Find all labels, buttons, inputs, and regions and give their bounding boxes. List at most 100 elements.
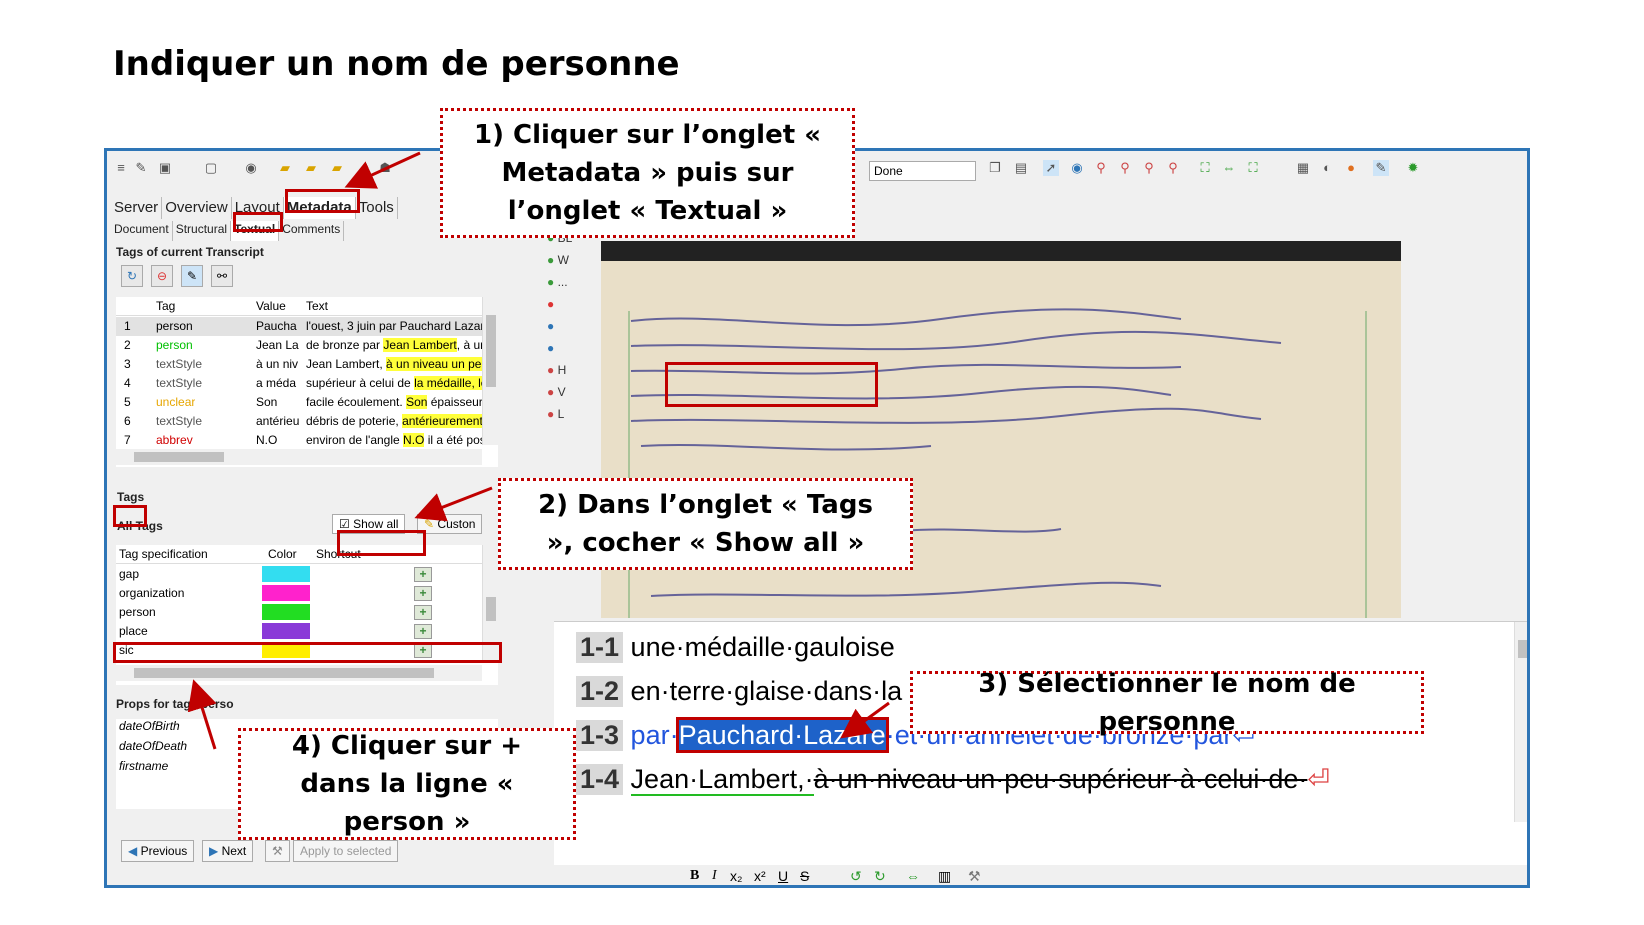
col-tag-spec[interactable]: Tag specification: [119, 547, 208, 561]
image-icon[interactable]: ▦: [1295, 160, 1311, 176]
next-button[interactable]: ▶ Next: [202, 840, 254, 862]
refresh-icon[interactable]: ↻: [121, 265, 143, 287]
edit-icon[interactable]: ✎: [1373, 160, 1389, 176]
transcript-line[interactable]: 1-4 Jean·Lambert,·à·un·niveau·un·peu·sup…: [576, 764, 1330, 796]
zoom-icon[interactable]: ⚲: [1093, 160, 1109, 176]
tags-scrollbar[interactable]: [482, 297, 498, 445]
italic-icon[interactable]: I: [712, 868, 717, 884]
window-icon[interactable]: ▢: [203, 160, 219, 176]
fit-page-icon[interactable]: ⛶: [1197, 160, 1213, 176]
people-icon[interactable]: ☗: [377, 160, 393, 176]
zoom-fit-icon[interactable]: ⚲: [1165, 160, 1181, 176]
prop-firstname[interactable]: firstname: [119, 759, 168, 773]
transcript-scrollbar[interactable]: [1514, 622, 1527, 822]
table-row[interactable]: 3 textStyle à un niv Jean Lambert, à un …: [116, 355, 498, 374]
layout-tool[interactable]: ● ...: [547, 275, 568, 289]
zoom-in-icon[interactable]: ⚲: [1117, 160, 1133, 176]
layout-tool[interactable]: ●: [547, 341, 554, 355]
previous-button[interactable]: ◀ Previous: [121, 840, 195, 862]
table-row[interactable]: 6 textStyle antérieu débris de poterie, …: [116, 412, 498, 431]
tag-color-swatch[interactable]: [262, 623, 310, 639]
table-row[interactable]: 4 textStyle a méda supérieur à celui de …: [116, 374, 498, 393]
columns-icon[interactable]: ▥: [938, 868, 951, 885]
add-tag-plus-icon[interactable]: +: [414, 624, 432, 639]
tag-spec-row-person[interactable]: person +: [116, 603, 498, 622]
tag-color-swatch[interactable]: [262, 585, 310, 601]
cursor-icon[interactable]: ➚: [1043, 160, 1059, 176]
swap-icon[interactable]: ⇔: [906, 868, 920, 884]
strike-icon[interactable]: S: [800, 868, 809, 884]
zoom-out-icon[interactable]: ⚲: [1141, 160, 1157, 176]
transcript-line[interactable]: 1-1 une·médaille·gauloise: [576, 632, 895, 663]
tags-tab[interactable]: Tags: [117, 490, 144, 504]
subscript-icon[interactable]: x₂: [730, 868, 742, 884]
eye-icon[interactable]: ◉: [1069, 160, 1085, 176]
layout-tool[interactable]: ●: [547, 297, 554, 311]
add-tag-plus-icon[interactable]: +: [414, 605, 432, 620]
apply-to-selected-button[interactable]: Apply to selected: [293, 840, 399, 862]
customize-button[interactable]: ✎ Custon: [417, 514, 483, 534]
col-tag[interactable]: Tag: [156, 299, 175, 313]
tab-structural[interactable]: Structural: [173, 221, 232, 241]
redo-icon[interactable]: ↻: [874, 868, 886, 885]
prop-dateofdeath[interactable]: dateOfDeath: [119, 739, 187, 753]
table-row[interactable]: 1 person Paucha l'ouest, 3 juin par Pauc…: [116, 317, 498, 336]
gear-icon[interactable]: ✹: [1405, 160, 1421, 176]
spec-hscroll[interactable]: [116, 665, 482, 681]
styled-text: à·un·niveau·un·peu·supérieur·à·celui·de·: [813, 764, 1308, 794]
tag-spec-row-place[interactable]: place +: [116, 622, 498, 641]
table-row[interactable]: 5 unclear Son facile écoulement. Son épa…: [116, 393, 498, 412]
add-tag-plus-icon[interactable]: +: [414, 586, 432, 601]
col-value[interactable]: Value: [256, 299, 286, 313]
folder-open-icon[interactable]: ▰: [303, 160, 319, 176]
tab-document[interactable]: Document: [111, 221, 173, 241]
apply-button[interactable]: ⚒: [265, 840, 290, 862]
fit-width-icon[interactable]: ⇔: [1221, 160, 1237, 176]
col-text[interactable]: Text: [306, 299, 328, 313]
layout-tool[interactable]: ● V: [547, 385, 566, 399]
search-tags-icon[interactable]: ⚯: [211, 265, 233, 287]
prop-dateofbirth[interactable]: dateOfBirth: [119, 719, 180, 733]
layout-icon[interactable]: ▣: [157, 160, 173, 176]
color-icon[interactable]: ●: [1343, 160, 1359, 176]
transcript-line[interactable]: 1-2 en·terre·glaise·dans·la: [576, 676, 902, 707]
line-number: 1-4: [576, 764, 624, 795]
delete-icon[interactable]: ⊖: [151, 265, 173, 287]
fit-height-icon[interactable]: ⛶: [1245, 160, 1261, 176]
superscript-icon[interactable]: x²: [754, 868, 766, 884]
tag-color-swatch[interactable]: [262, 566, 310, 582]
highlight-icon[interactable]: ✎: [181, 265, 203, 287]
record-icon[interactable]: ◉: [243, 160, 259, 176]
tag-spec-row-gap[interactable]: gap +: [116, 565, 498, 584]
layout-tool[interactable]: ●: [547, 319, 554, 333]
table-row[interactable]: 7 abbrev N.O environ de l'angle N.O il a…: [116, 431, 498, 450]
tag-spec-row-organization[interactable]: organization +: [116, 584, 498, 603]
tab-overview[interactable]: Overview: [162, 197, 232, 219]
layout-tool[interactable]: ● L: [547, 407, 564, 421]
table-row[interactable]: 2 person Jean La de bronze par Jean Lamb…: [116, 336, 498, 355]
transcript-editor[interactable]: 1-1 une·médaille·gauloise 1-2 en·terre·g…: [554, 621, 1527, 885]
line-text: une·médaille·gauloise: [630, 632, 895, 662]
menu-icon[interactable]: ≡: [113, 160, 129, 176]
tags-hscroll[interactable]: [116, 449, 482, 465]
tab-server[interactable]: Server: [111, 197, 163, 219]
tab-comments[interactable]: Comments: [279, 221, 345, 241]
undo-icon[interactable]: ↺: [850, 868, 862, 885]
selected-person-name[interactable]: Pauchard·Lazare: [675, 717, 889, 753]
folder-add-icon[interactable]: ▰: [329, 160, 345, 176]
copy-icon[interactable]: ❐: [987, 160, 1003, 176]
tab-tools[interactable]: Tools: [356, 197, 398, 219]
bold-icon[interactable]: B: [690, 868, 699, 884]
document-icon[interactable]: ▤: [1013, 160, 1029, 176]
pen-icon[interactable]: ✎: [133, 160, 149, 176]
add-tag-plus-icon[interactable]: +: [414, 567, 432, 582]
underline-icon[interactable]: U: [778, 868, 788, 884]
folder-icon[interactable]: ▰: [277, 160, 293, 176]
tag-color-swatch[interactable]: [262, 604, 310, 620]
col-color[interactable]: Color: [268, 547, 297, 561]
layout-tool[interactable]: ● H: [547, 363, 566, 377]
layout-tool[interactable]: ● W: [547, 253, 569, 267]
wrench-icon[interactable]: ⚒: [968, 868, 981, 885]
contrast-icon[interactable]: ◐: [1319, 160, 1335, 176]
status-select[interactable]: Done: [869, 161, 976, 181]
